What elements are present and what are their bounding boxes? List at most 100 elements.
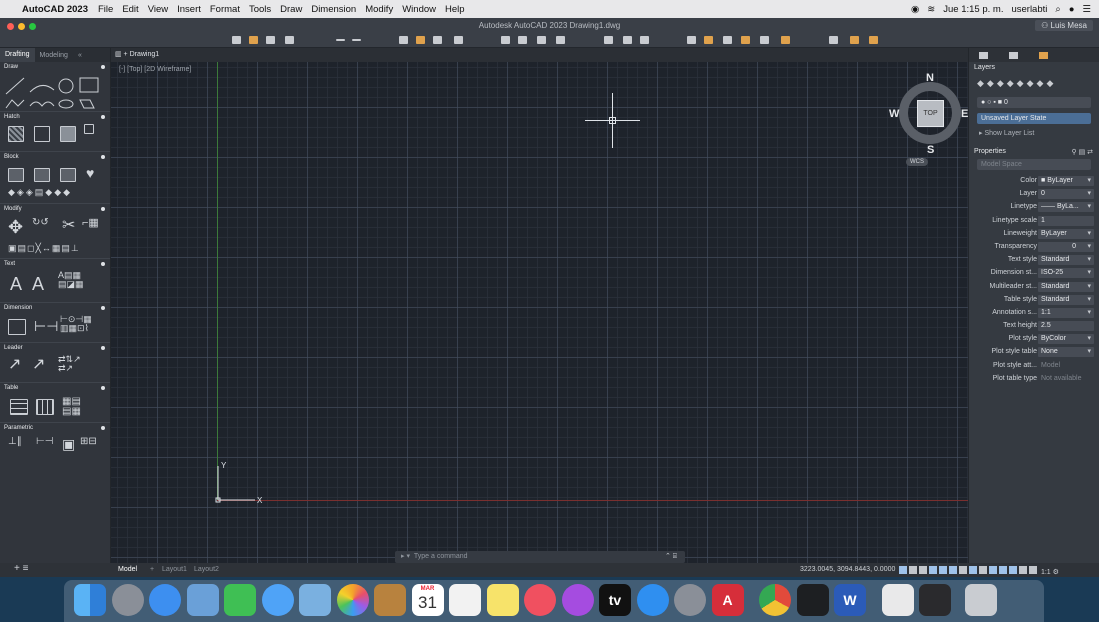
move-icon[interactable]: ✥ — [8, 218, 23, 236]
boundary-icon[interactable] — [60, 126, 76, 142]
terminal-icon[interactable] — [796, 584, 829, 616]
layer-tools-icons[interactable]: ◆◆◆◆◆◆◆◆ — [977, 78, 1056, 89]
drawing-canvas[interactable]: [-] [Top] [2D Wireframe] Y X TOP N S E W… — [111, 62, 968, 563]
prop-value[interactable]: ByColor — [1038, 334, 1094, 345]
write-block-icon[interactable]: ♥ — [86, 166, 94, 180]
menu-format[interactable]: Format — [210, 4, 240, 15]
fillet-icon[interactable]: ⌐▦ — [82, 218, 99, 229]
redo-icon[interactable] — [352, 39, 361, 41]
viewcube[interactable]: TOP N S E W — [889, 72, 977, 160]
layer-iso-icon[interactable] — [704, 36, 713, 44]
messages-icon[interactable] — [261, 584, 294, 616]
show-layer-list-link[interactable]: ▸ Show Layer List — [979, 129, 1034, 137]
matchprop-icon[interactable] — [501, 36, 510, 44]
preview-icon[interactable] — [186, 584, 219, 616]
prop-value[interactable]: ■ ByLayer — [1038, 176, 1094, 186]
circle-icon[interactable] — [58, 78, 74, 94]
block-editor-icon[interactable] — [518, 36, 527, 44]
linear-dimension-icon[interactable] — [8, 319, 26, 335]
blocks-tab-icon[interactable] — [1009, 52, 1018, 59]
account-button[interactable]: ⚇ Luis Mesa — [1035, 20, 1093, 31]
current-layer-dropdown[interactable]: ● ○ ▪ ■ 0 — [977, 97, 1091, 108]
orbit-icon[interactable] — [640, 36, 649, 44]
table-tools-icon[interactable]: ▦▤ ▤▦ — [62, 397, 81, 417]
tab-model[interactable]: Model — [118, 566, 137, 573]
spotlight-icon[interactable]: ⌕ — [1055, 4, 1060, 15]
menu-window[interactable]: Window — [402, 4, 436, 15]
add-layout-icon[interactable]: + ≡ — [14, 563, 28, 574]
prop-value[interactable]: 0 — [1038, 241, 1094, 252]
viewport-controls[interactable]: [-] [Top] [2D Wireframe] — [119, 66, 191, 73]
siri-icon[interactable]: ● — [1069, 4, 1075, 15]
section-parametric-header[interactable]: Parametric — [0, 423, 110, 433]
command-input[interactable]: Type a command — [414, 553, 468, 560]
notes-icon[interactable] — [374, 584, 406, 616]
section-leader-header[interactable]: Leader — [0, 343, 110, 353]
launchpad-icon[interactable] — [111, 584, 144, 616]
publish-icon[interactable] — [416, 36, 425, 44]
command-options-icon[interactable]: ⌃ ⌸ — [665, 551, 677, 563]
appletv-icon[interactable]: tv — [599, 584, 631, 616]
compass-west[interactable]: W — [889, 108, 899, 120]
system-preferences-icon[interactable] — [674, 584, 706, 616]
geometric-constraint-icon[interactable]: ⊥∥ — [8, 437, 22, 447]
quick-select-icon[interactable]: ⚲ ▤ ⇄ — [1072, 148, 1094, 156]
model-space-toggle[interactable] — [899, 566, 907, 574]
window-select-icon[interactable] — [604, 36, 613, 44]
3d-osnap-toggle[interactable] — [1009, 566, 1017, 574]
prop-value[interactable]: Standard — [1038, 255, 1094, 266]
prop-value[interactable]: ByLayer — [1038, 228, 1094, 239]
prop-value[interactable]: None — [1038, 347, 1094, 358]
annotation-visibility-toggle[interactable] — [1019, 566, 1027, 574]
save-as-icon[interactable] — [285, 36, 294, 44]
command-line[interactable]: ▸ ▾ Type a command ⌃ ⌸ — [395, 551, 685, 563]
app-menu[interactable]: AutoCAD 2023 — [22, 4, 88, 15]
layer-tool-icon[interactable] — [687, 36, 696, 44]
rectangle-icon[interactable] — [79, 77, 99, 93]
menu-edit[interactable]: Edit — [122, 4, 138, 15]
menu-view[interactable]: View — [148, 4, 168, 15]
multileader-icon[interactable]: ↗ — [8, 357, 21, 373]
dimensional-constraint-icon[interactable]: ⊢⊣ — [36, 437, 53, 447]
safari-icon[interactable] — [149, 584, 181, 616]
prop-value[interactable]: 2.5 — [1038, 321, 1094, 332]
single-line-text-icon[interactable]: A — [32, 275, 44, 293]
layer-state-dropdown[interactable]: Unsaved Layer State — [977, 113, 1091, 124]
isodraft-toggle[interactable] — [949, 566, 957, 574]
prop-value[interactable]: 0 — [1038, 189, 1094, 200]
prop-value[interactable]: —— ByLa... — [1038, 202, 1094, 213]
line-icon[interactable] — [5, 77, 25, 95]
batch-plot-icon[interactable] — [433, 36, 442, 44]
calendar-icon[interactable]: MAR 31 — [411, 584, 444, 616]
section-draw-header[interactable]: Draw — [0, 62, 110, 72]
osnap-toggle[interactable] — [969, 566, 977, 574]
user-name[interactable]: userlabti — [1011, 4, 1047, 15]
section-text-header[interactable]: Text — [0, 259, 110, 269]
music-icon[interactable] — [524, 584, 556, 616]
lock-icon[interactable]: ▣ — [62, 437, 75, 451]
wcs-menu[interactable]: WCS — [906, 158, 928, 166]
polyline-icon[interactable] — [5, 99, 25, 109]
tab-layout-add[interactable]: + — [150, 566, 154, 573]
section-dimension-header[interactable]: Dimension — [0, 303, 110, 313]
menu-file[interactable]: File — [98, 4, 113, 15]
gradient-icon[interactable] — [34, 126, 50, 142]
tab-modeling[interactable]: Modeling — [35, 52, 73, 59]
text-tools-icon[interactable]: A▤▦ ▤◪▦ — [58, 271, 84, 289]
wifi-icon[interactable]: ≋ — [927, 4, 935, 15]
plot-icon[interactable] — [399, 36, 408, 44]
photos-icon[interactable] — [336, 584, 369, 616]
photo-icon[interactable] — [299, 584, 331, 616]
layers-tab-icon[interactable] — [979, 52, 988, 59]
region-icon[interactable] — [84, 124, 94, 134]
calc-icon[interactable] — [556, 36, 565, 44]
hatch-icon[interactable] — [8, 126, 24, 142]
selection-cycling-toggle[interactable] — [999, 566, 1007, 574]
undo-icon[interactable] — [336, 39, 345, 41]
prop-value[interactable]: ISO-25 — [1038, 268, 1094, 279]
auto-scale-toggle[interactable] — [1029, 566, 1037, 574]
edit-block-icon[interactable] — [60, 168, 76, 182]
constraint-tools-icon[interactable]: ⊞⊟ — [80, 437, 97, 447]
table-icon[interactable] — [10, 399, 28, 415]
create-block-icon[interactable] — [34, 168, 50, 182]
